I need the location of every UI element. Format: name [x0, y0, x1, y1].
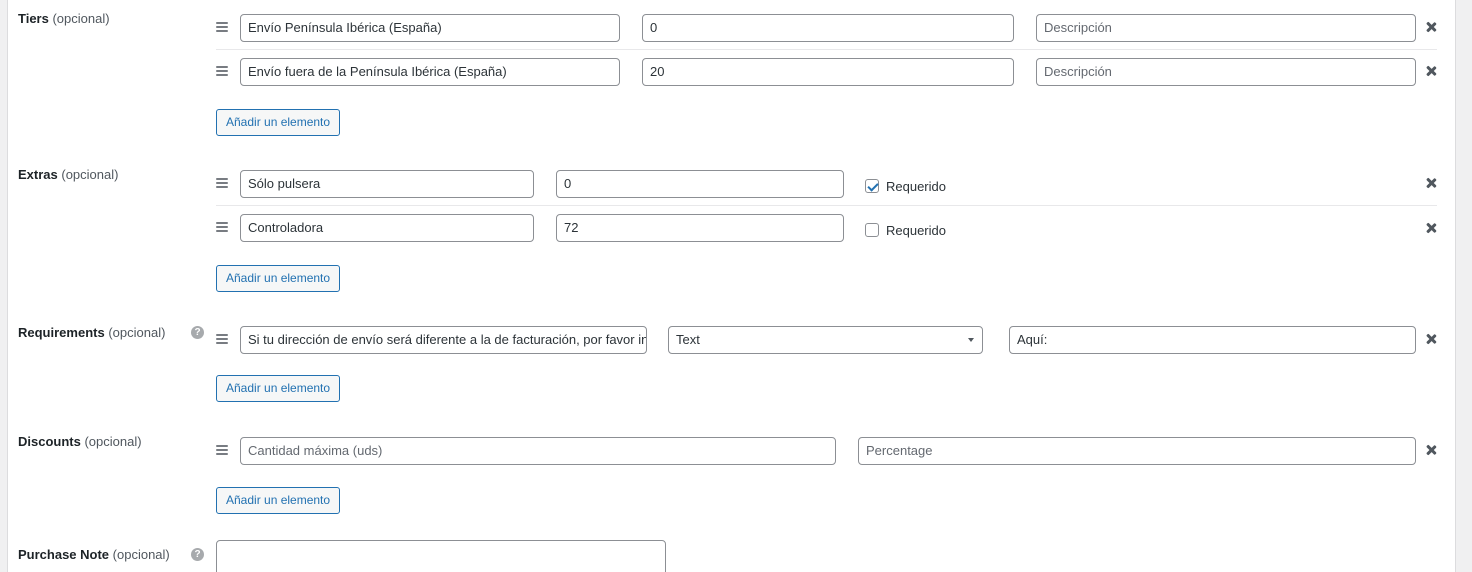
extra-price-input[interactable]: 0 [556, 170, 844, 198]
tier-name-input[interactable]: Envío Península Ibérica (España) [240, 14, 620, 42]
requirement-text-input[interactable]: Si tu dirección de envío será diferente … [240, 326, 647, 354]
extras-add-item-button[interactable]: Añadir un elemento [216, 265, 341, 292]
requirement-type-select[interactable]: Text [668, 326, 983, 354]
tier-name-input[interactable]: Envío fuera de la Península Ibérica (Esp… [240, 58, 620, 86]
row-divider [216, 205, 1437, 206]
tier-description-input[interactable]: Descripción [1036, 14, 1416, 42]
remove-row-icon[interactable] [1424, 443, 1438, 457]
question-icon[interactable]: ? [191, 326, 204, 339]
requirement-value-input[interactable]: Aquí: [1009, 326, 1416, 354]
required-checkbox[interactable] [865, 223, 879, 237]
tier-price-input[interactable]: 20 [642, 58, 1014, 86]
row-divider [216, 49, 1437, 50]
required-checkbox[interactable] [865, 179, 879, 193]
drag-handle-icon[interactable] [216, 22, 228, 32]
remove-row-icon[interactable] [1424, 20, 1438, 34]
remove-row-icon[interactable] [1424, 221, 1438, 235]
drag-handle-icon[interactable] [216, 222, 228, 232]
discount-quantity-input[interactable]: Cantidad máxima (uds) [240, 437, 836, 465]
requirements-label: Requirements (opcional) [18, 325, 166, 340]
requirement-type-value: Text [676, 332, 700, 347]
discounts-label: Discounts (opcional) [18, 434, 142, 449]
drag-handle-icon[interactable] [216, 334, 228, 344]
drag-handle-icon[interactable] [216, 178, 228, 188]
extra-price-input[interactable]: 72 [556, 214, 844, 242]
tier-price-input[interactable]: 0 [642, 14, 1014, 42]
chevron-down-icon [968, 338, 974, 342]
extra-name-input[interactable]: Controladora [240, 214, 534, 242]
tiers-label: Tiers (opcional) [18, 11, 110, 26]
purchase-note-label: Purchase Note (opcional) [18, 547, 170, 562]
drag-handle-icon[interactable] [216, 445, 228, 455]
discounts-add-item-button[interactable]: Añadir un elemento [216, 487, 341, 514]
remove-row-icon[interactable] [1424, 176, 1438, 190]
extra-name-input[interactable]: Sólo pulsera [240, 170, 534, 198]
drag-handle-icon[interactable] [216, 66, 228, 76]
requirements-add-item-button[interactable]: Añadir un elemento [216, 375, 341, 402]
required-label: Requerido [886, 179, 946, 194]
tiers-add-item-button[interactable]: Añadir un elemento [216, 109, 341, 136]
purchase-note-textarea[interactable] [216, 540, 666, 572]
remove-row-icon[interactable] [1424, 332, 1438, 346]
discount-percentage-input[interactable]: Percentage [858, 437, 1416, 465]
question-icon[interactable]: ? [191, 548, 204, 561]
remove-row-icon[interactable] [1424, 64, 1438, 78]
required-label: Requerido [886, 223, 946, 238]
extras-label: Extras (opcional) [18, 167, 119, 182]
tier-description-input[interactable]: Descripción [1036, 58, 1416, 86]
